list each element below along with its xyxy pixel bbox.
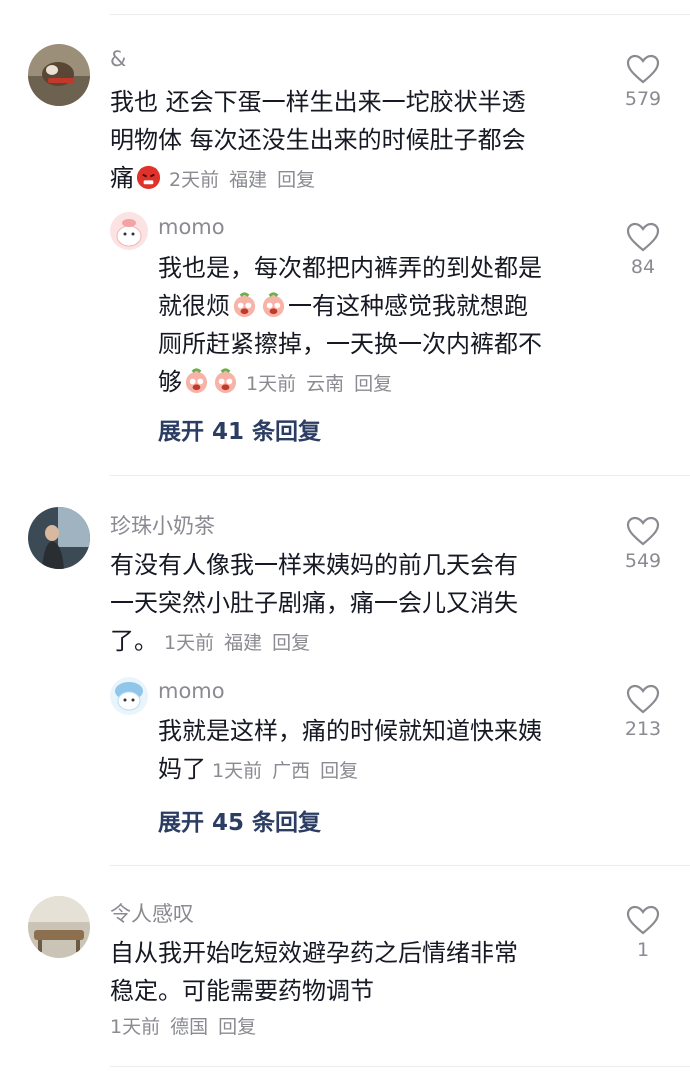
comment-author[interactable]: 珍珠小奶茶 — [110, 510, 215, 540]
comment-meta: 1天前 德国 回复 — [110, 1012, 266, 1039]
reply-like-button[interactable]: 213 — [613, 684, 673, 740]
crying-peach-icon — [185, 368, 208, 394]
heart-icon — [626, 684, 660, 714]
reply-like-button[interactable]: 84 — [613, 222, 673, 278]
like-count: 579 — [624, 88, 662, 110]
like-button[interactable]: 1 — [613, 905, 673, 961]
crying-peach-icon — [262, 292, 285, 318]
reply-location: 广西 — [272, 760, 311, 782]
like-count: 1 — [636, 939, 650, 961]
avatar[interactable] — [28, 507, 90, 569]
like-count: 84 — [630, 256, 656, 278]
expand-replies-button[interactable]: 展开 45 条回复 — [158, 803, 321, 837]
reply-button[interactable]: 回复 — [320, 760, 358, 782]
comment-time: 1天前 — [110, 1016, 161, 1038]
comment-text: 我也 还会下蛋一样生出来一坨胶状半透 明物体 每次还没生出来的时候肚子都会 痛2… — [110, 88, 526, 192]
expand-replies-button[interactable]: 展开 41 条回复 — [158, 412, 321, 446]
avatar[interactable] — [28, 44, 90, 106]
heart-icon — [626, 222, 660, 252]
crying-peach-icon — [214, 368, 237, 394]
reply-author[interactable]: momo — [158, 215, 225, 239]
like-count: 213 — [624, 718, 662, 740]
like-button[interactable]: 549 — [613, 516, 673, 572]
divider — [110, 865, 690, 866]
angry-face-icon — [136, 165, 161, 190]
heart-icon — [626, 905, 660, 935]
reply-button[interactable]: 回复 — [277, 169, 315, 191]
comment-location: 福建 — [224, 632, 263, 654]
divider-bottom — [110, 1066, 690, 1067]
reply-button[interactable]: 回复 — [218, 1016, 256, 1038]
reply-text: 我也是，每次都把内裤弄的到处都是 就很烦 一有这种感觉我就想跑 厕所赶紧擦掉，一天… — [158, 254, 542, 396]
divider-top — [110, 14, 690, 15]
reply-button[interactable]: 回复 — [272, 632, 310, 654]
divider — [110, 475, 690, 476]
reply-button[interactable]: 回复 — [354, 373, 392, 395]
comment-author[interactable]: & — [110, 47, 126, 71]
heart-icon — [626, 516, 660, 546]
like-button[interactable]: 579 — [613, 54, 673, 110]
avatar[interactable] — [28, 896, 90, 958]
comment-location: 德国 — [170, 1016, 209, 1038]
heart-icon — [626, 54, 660, 84]
comment-author[interactable]: 令人感叹 — [110, 898, 194, 928]
reply-author[interactable]: momo — [158, 679, 225, 703]
crying-peach-icon — [233, 292, 256, 318]
comment-text: 自从我开始吃短效避孕药之后情绪非常 稳定。可能需要药物调节 — [110, 939, 518, 1005]
comment-time: 1天前 — [164, 632, 215, 654]
reply-avatar[interactable] — [110, 212, 148, 250]
reply-text: 我就是这样，痛的时候就知道快来姨 妈了 1天前 广西 回复 — [158, 717, 542, 783]
comment-text: 有没有人像我一样来姨妈的前几天会有 一天突然小肚子剧痛，痛一会儿又消失 了。 1天… — [110, 551, 518, 655]
reply-location: 云南 — [306, 373, 345, 395]
comment-time: 2天前 — [169, 169, 220, 191]
comment-location: 福建 — [229, 169, 268, 191]
reply-time: 1天前 — [246, 373, 297, 395]
reply-avatar[interactable] — [110, 677, 148, 715]
like-count: 549 — [624, 550, 662, 572]
reply-time: 1天前 — [212, 760, 263, 782]
